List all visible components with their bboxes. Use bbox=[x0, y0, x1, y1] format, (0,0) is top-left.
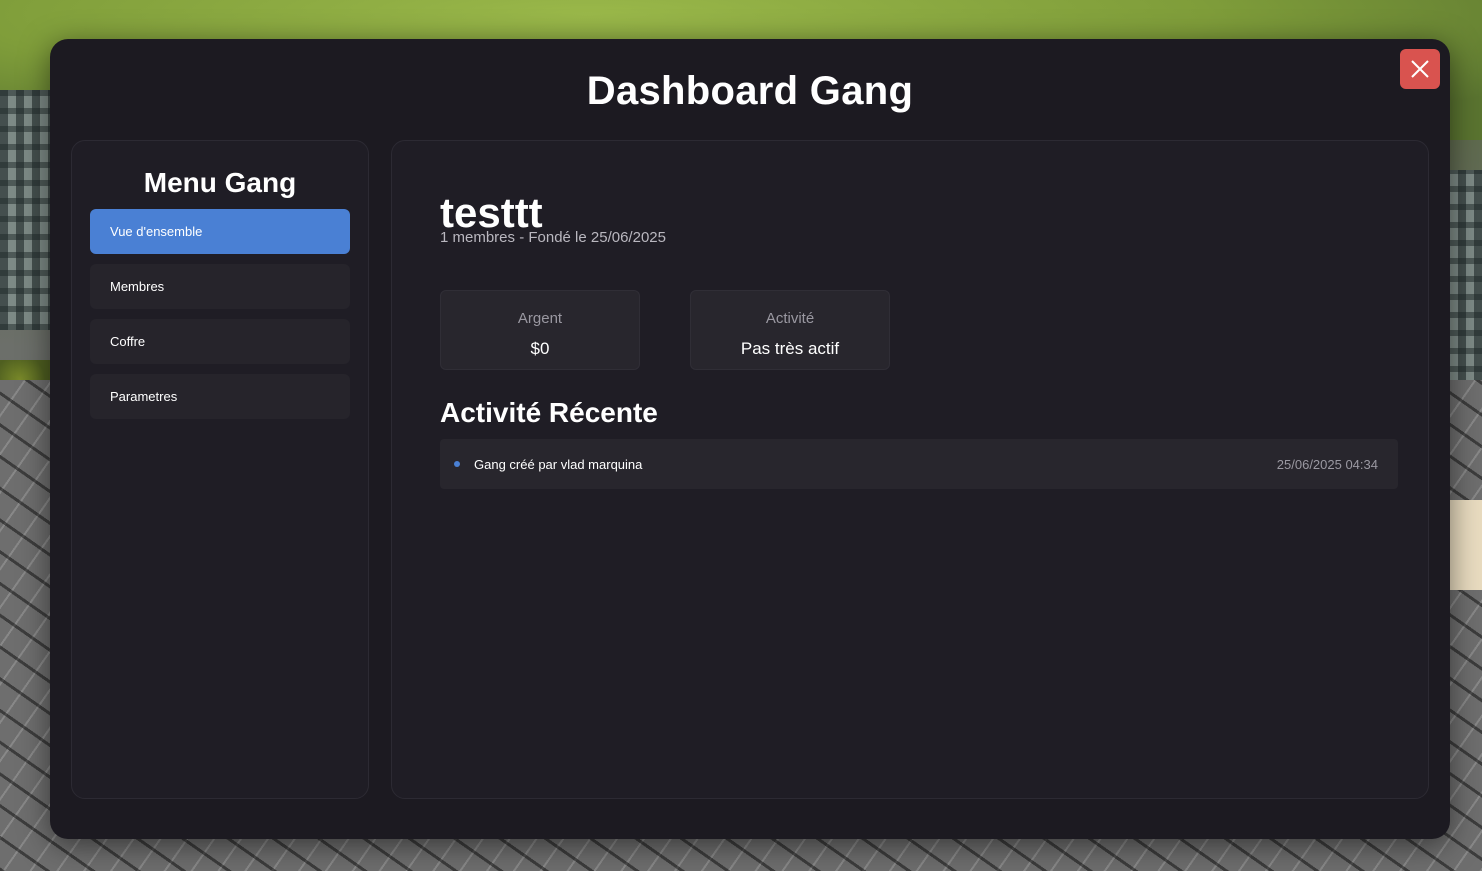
window-title: Dashboard Gang bbox=[586, 69, 914, 113]
list-item: Gang créé par vlad marquina 25/06/2025 0… bbox=[440, 439, 1398, 489]
close-button[interactable] bbox=[1400, 49, 1440, 89]
sidebar: Menu Gang Vue d'ensemble Membres Coffre … bbox=[71, 140, 369, 799]
sidebar-title: Menu Gang bbox=[143, 167, 297, 198]
background-wall bbox=[1448, 500, 1482, 590]
sidebar-menu: Vue d'ensemble Membres Coffre Parametres bbox=[90, 209, 350, 429]
sidebar-item-label: Parametres bbox=[110, 389, 178, 404]
stat-card-activity: Activité Pas très actif bbox=[690, 290, 890, 370]
stat-value: Pas très actif bbox=[740, 339, 840, 358]
background-building bbox=[0, 90, 55, 330]
overview-panel: testtt 1 membres - Fondé le 25/06/2025 A… bbox=[391, 140, 1429, 799]
activity-timestamp: 25/06/2025 04:34 bbox=[1276, 456, 1378, 472]
sidebar-item-overview[interactable]: Vue d'ensemble bbox=[90, 209, 350, 254]
sidebar-item-label: Vue d'ensemble bbox=[110, 224, 203, 239]
stat-label: Activité bbox=[765, 310, 815, 327]
sidebar-item-settings[interactable]: Parametres bbox=[90, 374, 350, 419]
activity-text: Gang créé par vlad marquina bbox=[474, 456, 643, 472]
gang-meta: 1 membres - Fondé le 25/06/2025 bbox=[440, 229, 666, 246]
bullet-icon bbox=[454, 461, 460, 467]
stat-value: $0 bbox=[530, 339, 550, 358]
sidebar-item-label: Membres bbox=[110, 279, 165, 294]
stat-card-money: Argent $0 bbox=[440, 290, 640, 370]
close-icon bbox=[1411, 60, 1429, 78]
sidebar-item-members[interactable]: Membres bbox=[90, 264, 350, 309]
recent-activity-title: Activité Récente bbox=[440, 397, 658, 428]
sidebar-item-label: Coffre bbox=[110, 334, 146, 349]
dashboard-window: Dashboard Gang Menu Gang Vue d'ensemble … bbox=[50, 39, 1450, 839]
sidebar-item-chest[interactable]: Coffre bbox=[90, 319, 350, 364]
stat-label: Argent bbox=[517, 310, 563, 327]
